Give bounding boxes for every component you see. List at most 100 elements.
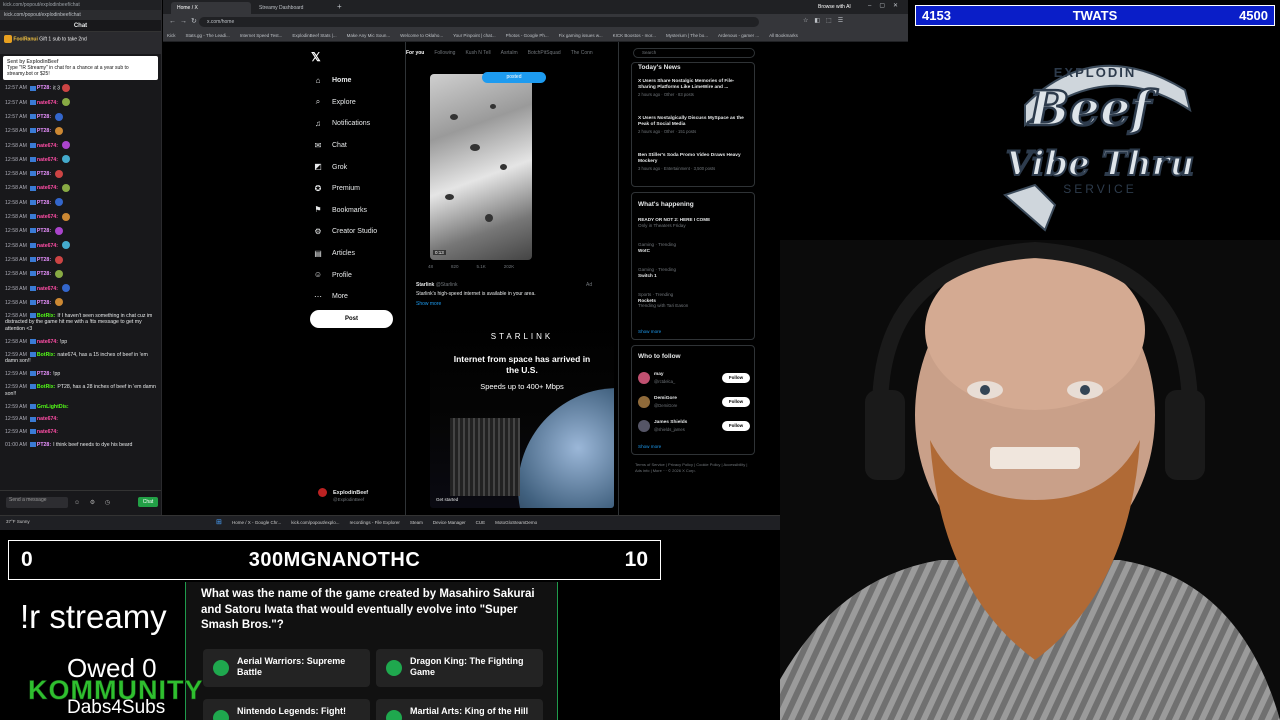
new-tab-icon[interactable]: + bbox=[337, 2, 342, 11]
x-footer[interactable]: Terms of Service | Privacy Policy | Cook… bbox=[635, 462, 755, 473]
avatar[interactable] bbox=[638, 372, 650, 384]
bookmark-item[interactable]: Ardenous - gamer ... bbox=[718, 33, 759, 38]
nav-item-premium[interactable]: ✪ Premium bbox=[313, 178, 405, 200]
follow-button[interactable]: Follow bbox=[722, 373, 750, 383]
nav-item-articles[interactable]: ▤ Articles bbox=[313, 243, 405, 265]
ad-name[interactable]: Starlink bbox=[416, 282, 434, 288]
chat-address-bar[interactable]: kick.com/popout/explodinbeef/chat bbox=[0, 10, 161, 20]
chat-username[interactable]: nate674: bbox=[37, 214, 58, 220]
nav-item-bookmarks[interactable]: ⚑ Bookmarks bbox=[313, 200, 405, 222]
chat-username[interactable]: PT28: bbox=[37, 442, 51, 448]
view-count[interactable]: 202K bbox=[504, 264, 515, 269]
nav-item-grok[interactable]: ◩ Grok bbox=[313, 156, 405, 178]
chat-username[interactable]: BotRix: bbox=[37, 313, 55, 319]
chat-username[interactable]: PT28: bbox=[37, 171, 51, 177]
chat-username[interactable]: PT28: bbox=[37, 300, 51, 306]
tab-the-conn[interactable]: The Conn bbox=[571, 50, 593, 56]
chat-send-button[interactable]: Chat bbox=[138, 497, 158, 507]
chat-username[interactable]: PT28: bbox=[37, 228, 51, 234]
bookmark-item[interactable]: All Bookmarks bbox=[769, 33, 798, 38]
like-count[interactable]: 5.1K bbox=[477, 264, 486, 269]
chat-username[interactable]: PT28: bbox=[37, 114, 51, 120]
weather-widget[interactable]: 37°F Sunny bbox=[6, 519, 30, 524]
bookmark-item[interactable]: Your Pinpoint | chat... bbox=[453, 33, 496, 38]
nav-item-home[interactable]: ⌂ Home bbox=[313, 70, 405, 92]
post-button[interactable]: Post bbox=[310, 310, 393, 328]
trend-item[interactable]: READY OR NOT 2: HERE I COME Only in Theat… bbox=[638, 217, 750, 228]
extension-icons[interactable]: ☆◧⬚☰ bbox=[803, 17, 849, 24]
bookmark-item[interactable]: Photos - Google Ph... bbox=[506, 33, 549, 38]
taskbar-app[interactable]: recordings - File Explorer bbox=[350, 520, 400, 525]
chat-username[interactable]: nate674: bbox=[37, 100, 58, 106]
nav-item-profile[interactable]: ☺ Profile bbox=[313, 264, 405, 286]
tab-for-you[interactable]: For you bbox=[406, 50, 424, 56]
bookmark-item[interactable]: Fix gaming issues w... bbox=[559, 33, 603, 38]
chat-username[interactable]: nate674: bbox=[37, 243, 58, 249]
follow-name[interactable]: James Shields bbox=[654, 420, 687, 425]
happening-show-more[interactable]: Show more bbox=[638, 329, 661, 334]
nav-item-creator-studio[interactable]: ⚙ Creator Studio bbox=[313, 221, 405, 243]
chat-username[interactable]: nate674: bbox=[37, 286, 58, 292]
answer-d[interactable]: Martial Arts: King of the Hill bbox=[376, 699, 543, 720]
news-item[interactable]: X Users Share Nostalgic Memories of File… bbox=[638, 79, 750, 98]
bookmark-item[interactable]: Make Any Mic Soun... bbox=[347, 33, 391, 38]
chat-username[interactable]: PT28: bbox=[37, 257, 51, 263]
bookmark-item[interactable]: Welcome to Oklaho... bbox=[400, 33, 443, 38]
bookmark-item[interactable]: Internet Speed Test... bbox=[240, 33, 283, 38]
windows-start-icon[interactable]: ⊞ bbox=[216, 518, 222, 526]
chat-username[interactable]: BotRix: bbox=[37, 384, 55, 390]
account-switcher[interactable]: ExplodinBeef @ExplodinBeef bbox=[318, 488, 368, 502]
taskbar-app[interactable]: kick.com/popout/explo... bbox=[291, 520, 339, 525]
posted-pill[interactable]: posted bbox=[482, 72, 546, 83]
trend-item[interactable]: Sports · Trending Rockets Trending with Ta… bbox=[638, 292, 750, 309]
bookmark-item[interactable]: Stats.gg - The Leadi... bbox=[186, 33, 230, 38]
avatar[interactable] bbox=[638, 420, 650, 432]
chat-username[interactable]: nate674: bbox=[37, 185, 58, 191]
answer-c[interactable]: Nintendo Legends: Fight! bbox=[203, 699, 370, 720]
taskbar-app[interactable]: Home / X - Google Chr... bbox=[232, 520, 281, 525]
tab-home-x[interactable]: Home / X bbox=[171, 2, 251, 14]
chat-username[interactable]: PT28: bbox=[37, 128, 51, 134]
chat-message-list[interactable]: 12:57 AM PT28: it 3 12:57 AM nate674: 12:57 A… bbox=[0, 82, 161, 457]
follow-name[interactable]: DemiGore bbox=[654, 396, 677, 401]
repost-count[interactable]: 820 bbox=[451, 264, 459, 269]
answer-a[interactable]: Aerial Warriors: Supreme Battle bbox=[203, 649, 370, 687]
taskbar-app[interactable]: CUE bbox=[476, 520, 486, 525]
chat-username[interactable]: nate674: bbox=[37, 143, 58, 149]
bookmark-item[interactable]: Kick bbox=[167, 33, 176, 38]
taskbar-app[interactable]: Device Manager bbox=[433, 520, 466, 525]
taskbar-app[interactable]: Steam bbox=[410, 520, 423, 525]
address-field[interactable]: x.com/home bbox=[199, 17, 759, 27]
chat-username[interactable]: PT28: bbox=[37, 200, 51, 206]
tab-botchpitsquad[interactable]: BotchPitSquad bbox=[528, 50, 561, 56]
search-input[interactable]: Search bbox=[633, 48, 755, 58]
chat-username[interactable]: nate674: bbox=[37, 416, 58, 422]
browse-with-ai[interactable]: Browse with AI bbox=[818, 4, 851, 10]
tab-kush-n-tell[interactable]: Kush N Tell bbox=[465, 50, 490, 56]
chat-tool-icons[interactable]: ☺ ⚙ ◷ bbox=[74, 499, 114, 506]
taskbar-app[interactable]: MotoGloSteamDemo bbox=[495, 520, 537, 525]
tab-following[interactable]: Following bbox=[434, 50, 455, 56]
chat-username[interactable]: nate674: bbox=[37, 339, 58, 345]
chat-username[interactable]: BotRix: bbox=[37, 352, 55, 358]
snow-leopard-video[interactable]: 0:13 bbox=[430, 74, 532, 260]
nav-item-chat[interactable]: ✉ Chat bbox=[313, 135, 405, 157]
bookmark-item[interactable]: KICK Boostos - mor... bbox=[613, 33, 656, 38]
nav-arrows-icon[interactable]: ←→↻ bbox=[169, 17, 201, 25]
starlink-ad-image[interactable]: STARLINK Internet from space has arrived… bbox=[430, 318, 614, 508]
news-item[interactable]: Ben Stiller's Soda Promo Video Draws Hea… bbox=[638, 153, 750, 172]
nav-item-explore[interactable]: ⌕ Explore bbox=[313, 92, 405, 114]
chat-username[interactable]: GrnLightDis: bbox=[37, 404, 69, 410]
avatar[interactable] bbox=[638, 396, 650, 408]
follow-button[interactable]: Follow bbox=[722, 421, 750, 431]
wtf-show-more[interactable]: Show more bbox=[638, 444, 661, 449]
tab-asrtalm[interactable]: Asrtalm bbox=[501, 50, 518, 56]
chat-username[interactable]: PT28: bbox=[37, 85, 51, 91]
ad-get-started[interactable]: Get started bbox=[436, 497, 458, 502]
chat-input[interactable]: Send a message bbox=[6, 497, 68, 508]
x-logo-icon[interactable]: 𝕏 bbox=[311, 50, 321, 64]
follow-button[interactable]: Follow bbox=[722, 397, 750, 407]
bookmark-item[interactable]: ExplodinBeef Stats |... bbox=[292, 33, 336, 38]
reply-count[interactable]: 48 bbox=[428, 264, 433, 269]
window-controls[interactable]: –▢✕ bbox=[868, 2, 906, 9]
